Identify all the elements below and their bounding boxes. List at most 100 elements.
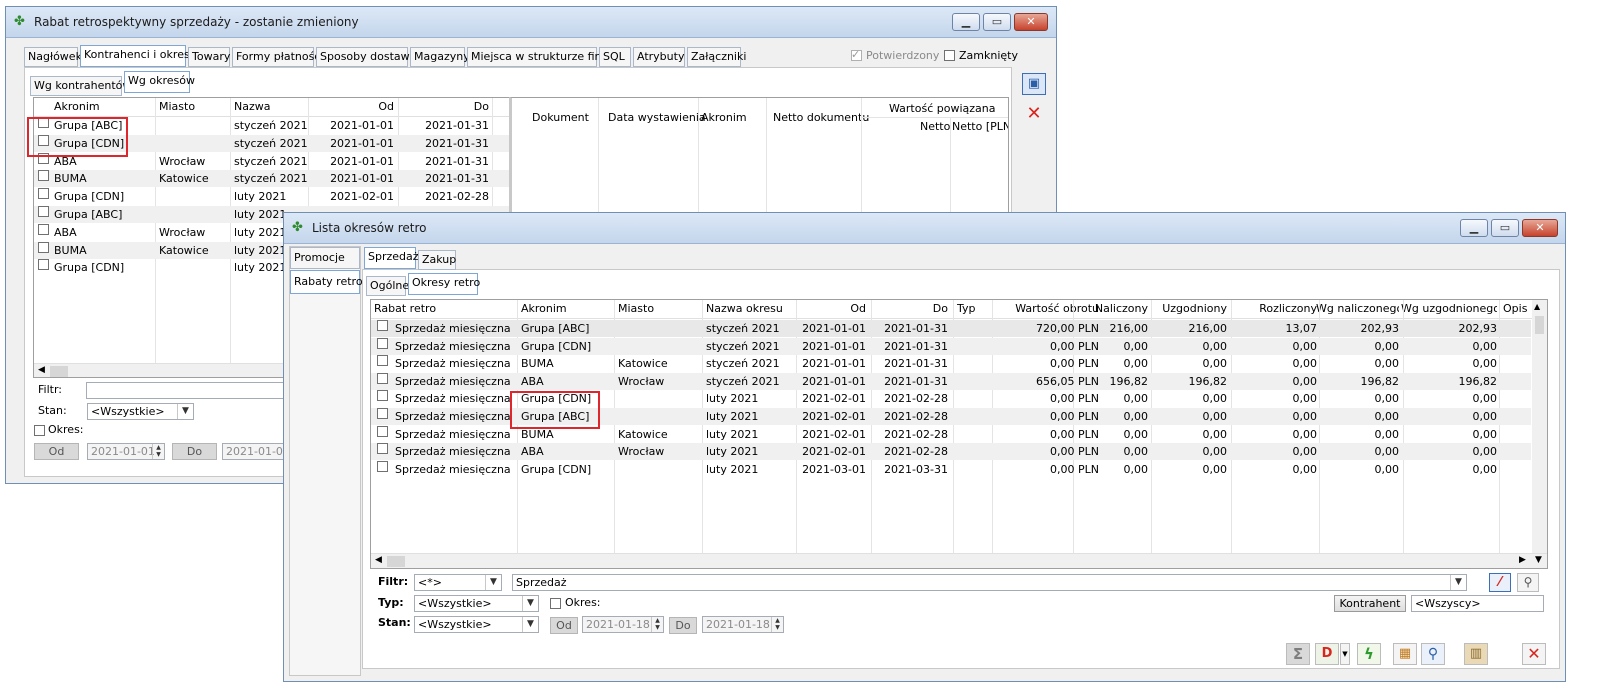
row-checkbox[interactable] [38,134,49,146]
row-checkbox[interactable] [377,355,388,367]
kontrahent-button[interactable]: Kontrahent [1334,595,1406,612]
col-wg-uzgodnionego[interactable]: Wg uzgodnionego [1401,300,1497,317]
col-data-wystawienia[interactable]: Data wystawienia [608,110,706,126]
table-row[interactable]: Sprzedaż miesięczna Grupa [CDN] luty 2021 2… [371,460,1531,478]
col-opis[interactable]: Opis [1503,300,1527,317]
filtr-text-input[interactable]: Sprzedaż ▼ [512,574,1467,591]
table-row[interactable]: Sprzedaż miesięczna BUMA Katowice luty 2021… [371,425,1531,443]
row-checkbox[interactable] [377,390,388,402]
table-row[interactable]: Sprzedaż miesięczna BUMA Katowice styczeń 2… [371,355,1531,372]
tab-sql[interactable]: SQL [599,47,631,67]
maximize-button[interactable]: ▭ [1491,219,1519,237]
subtab-ogolne[interactable]: Ogólne [366,276,409,296]
close-button[interactable]: ✕ [1522,219,1558,237]
front-titlebar[interactable]: ✤ Lista okresów retro ▁ ▭ ✕ [284,213,1565,244]
tab-formy-platnosci[interactable]: Formy płatności [232,47,323,67]
col-od[interactable]: Od [801,300,866,317]
od-date[interactable]: 2021-01-18 ▲ ▼ [582,616,664,633]
lightning-icon[interactable]: ϟ [1357,643,1381,665]
save-icon[interactable]: ▣ [1022,73,1046,95]
tab-sposoby-dostawy[interactable]: Sposoby dostawy [316,47,416,67]
col-naliczony[interactable]: Naliczony [1076,300,1148,317]
clear-filter-icon[interactable]: ⁄ [1489,573,1511,592]
col-do[interactable]: Do [404,98,489,115]
col-akronim[interactable]: Akronim [54,98,100,115]
back-table-row[interactable]: Grupa [ABC] styczeń 2021 2021-01-01 2021-01… [34,117,517,134]
sum-icon[interactable]: Σ [1286,643,1310,665]
row-checkbox[interactable] [377,320,388,331]
back-stan-select[interactable]: <Wszystkie> ▼ [87,403,194,420]
row-checkbox[interactable] [377,372,388,384]
row-checkbox[interactable] [38,223,49,235]
table-row[interactable]: Sprzedaż miesięczna Grupa [ABC] luty 2021 2… [371,408,1531,425]
table-row[interactable]: Sprzedaż miesięczna Grupa [CDN] luty 2021 2… [371,390,1531,407]
row-checkbox[interactable] [38,241,49,253]
tab-atrybuty[interactable]: Atrybuty [633,47,685,67]
do-date[interactable]: 2021-01-18 ▲ ▼ [702,616,784,633]
minimize-button[interactable]: ▁ [1460,219,1488,237]
row-checkbox[interactable] [38,170,49,182]
col-akronim-doc[interactable]: Akronim [701,110,747,126]
maximize-button[interactable]: ▭ [983,13,1011,31]
col-miasto[interactable]: Miasto [159,98,195,115]
stan-select[interactable]: <Wszystkie> ▼ [414,616,539,633]
back-table-row[interactable]: Grupa [CDN] luty 2021 2021-02-01 2021-02-28 [34,188,517,205]
tab-towary[interactable]: Towary [188,47,230,67]
subtab-wg-kontrahentow[interactable]: Wg kontrahentów [30,76,131,96]
col-rabat-retro[interactable]: Rabat retro [374,300,436,317]
trash-icon[interactable]: ▥ [1464,643,1488,665]
tab-magazyny[interactable]: Magazyny [410,47,470,67]
col-akronim[interactable]: Akronim [521,300,567,317]
row-checkbox[interactable] [38,206,49,217]
table-row[interactable]: Sprzedaż miesięczna ABA Wrocław luty 2021 20… [371,443,1531,461]
row-checkbox[interactable] [377,443,388,455]
tab-naglowek[interactable]: Nagłówek [24,47,82,67]
back-do-button[interactable]: Do [172,443,217,460]
table-row[interactable]: Sprzedaż miesięczna Grupa [ABC] styczeń 20… [371,320,1531,337]
do-button[interactable]: Do [669,617,697,634]
front-grid-vscroll[interactable]: ▲ [1532,300,1547,554]
close-window-icon[interactable]: ✕ [1522,643,1546,665]
col-netto[interactable]: Netto [920,119,950,135]
front-grid-hscroll[interactable]: ◀ ▶ ▼ [371,553,1547,568]
col-wg-naliczonego[interactable]: Wg naliczonego [1316,300,1399,317]
back-titlebar[interactable]: ✤ Rabat retrospektywny sprzedaży - zosta… [6,7,1056,38]
col-netto-pln[interactable]: Netto [PLN] [952,119,1008,135]
back-filtr-input[interactable] [86,382,286,399]
toptab-sprzedaz[interactable]: Sprzedaż [364,247,419,269]
row-checkbox[interactable] [377,337,388,349]
back-od-button[interactable]: Od [34,443,79,460]
row-checkbox[interactable] [377,408,388,419]
col-uzgodniony[interactable]: Uzgodniony [1151,300,1227,317]
back-do-date[interactable]: 2021-01-01 [222,443,292,460]
back-okres-checkbox[interactable] [34,425,45,436]
back-table-row[interactable]: Grupa [CDN] styczeń 2021 2021-01-01 2021-01… [34,134,517,152]
tab-kontrahenci-i-okresy[interactable]: Kontrahenci i okresy [80,45,196,67]
kontrahent-input[interactable]: <Wszyscy> [1411,595,1544,612]
minimize-button[interactable]: ▁ [952,13,980,31]
col-netto-dokumentu[interactable]: Netto dokumentu [773,110,869,126]
col-od[interactable]: Od [314,98,394,115]
table-row[interactable]: Sprzedaż miesięczna Grupa [CDN] styczeń 20… [371,337,1531,355]
table-row[interactable]: Sprzedaż miesięczna ABA Wrocław styczeń 202… [371,372,1531,390]
cancel-icon[interactable]: ✕ [1022,103,1046,125]
col-nazwa[interactable]: Nazwa [234,98,270,115]
filter-settings-icon[interactable]: ⚲ [1517,573,1539,592]
sidetab-rabaty-retro[interactable]: Rabaty retro [290,270,363,294]
tab-zalaczniki[interactable]: Załączniki [687,47,746,67]
subtab-okresy-retro[interactable]: Okresy retro [408,273,480,295]
typ-select[interactable]: <Wszystkie> ▼ [414,595,539,612]
col-do[interactable]: Do [876,300,948,317]
row-checkbox[interactable] [377,425,388,437]
chevron-down-icon[interactable]: ▼ [1340,643,1350,665]
row-checkbox[interactable] [38,259,49,271]
row-checkbox[interactable] [38,152,49,164]
back-table-row[interactable]: BUMA Katowice styczeń 2021 2021-01-01 2021-0… [34,170,517,188]
close-button[interactable]: ✕ [1014,13,1048,31]
tab-miejsca-w-strukturze-firmy[interactable]: Miejsca w strukturze firmy [467,47,616,67]
row-checkbox[interactable] [377,460,388,472]
toptab-zakup[interactable]: Zakup [418,250,456,270]
document-generate-icon[interactable]: D [1315,643,1339,665]
zamkniety-checkbox[interactable] [944,50,955,61]
col-rozliczony[interactable]: Rozliczony [1231,300,1317,317]
